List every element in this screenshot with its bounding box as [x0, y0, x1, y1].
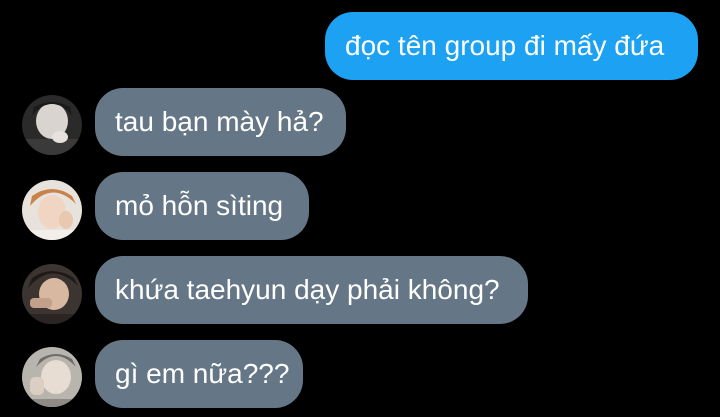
message-bubble-incoming[interactable]: mỏ hỗn sìting [95, 172, 309, 240]
message-bubble-incoming[interactable]: tau bạn mày hả? [95, 88, 346, 156]
message-text: khứa taehyun dạy phải không? [115, 274, 500, 305]
user-avatar-1[interactable] [22, 95, 82, 155]
message-bubble-incoming[interactable]: gì em nữa??? [95, 340, 303, 408]
message-text: mỏ hỗn sìting [115, 190, 284, 221]
user-avatar-2[interactable] [22, 180, 82, 240]
message-text: gì em nữa??? [115, 358, 290, 389]
message-text: tau bạn mày hả? [115, 106, 324, 137]
message-text: đọc tên group đi mấy đứa [345, 30, 665, 61]
message-bubble-incoming[interactable]: khứa taehyun dạy phải không? [95, 256, 528, 324]
chat-thread: đọc tên group đi mấy đứa tau bạn mày hả?… [0, 0, 720, 417]
user-avatar-4[interactable] [22, 347, 82, 407]
message-bubble-outgoing[interactable]: đọc tên group đi mấy đứa [325, 12, 698, 80]
user-avatar-3[interactable] [22, 264, 82, 324]
